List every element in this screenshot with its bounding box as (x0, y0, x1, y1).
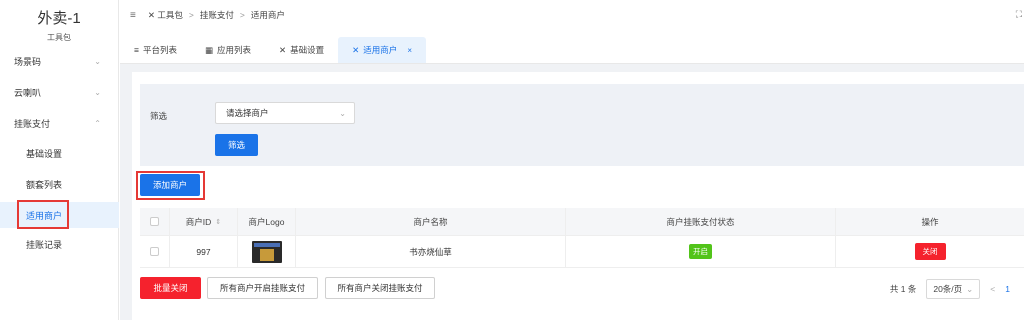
merchant-select-placeholder: 请选择商户 (226, 108, 269, 118)
header-merchant-logo: 商户Logo (238, 208, 296, 235)
chevron-up-icon: ⌃ (94, 118, 101, 128)
table-row: 997 书亦烧仙草 开启 关闭 (140, 236, 1024, 268)
breadcrumb-separator: > (188, 10, 194, 20)
tab-merchants[interactable]: ✕ 适用商户 × (338, 37, 426, 63)
chevron-down-icon: ⌄ (94, 56, 101, 66)
merchant-select[interactable]: 请选择商户 ⌄ (215, 102, 355, 124)
pay-status-cell: 开启 (566, 236, 836, 267)
highlight-box-merchants (17, 200, 69, 229)
sidebar-item-label: 挂账记录 (26, 239, 63, 250)
fullscreen-icon[interactable]: ⛶ (1016, 9, 1022, 20)
merchant-id-cell: 997 (170, 236, 238, 267)
header-select-all (140, 208, 170, 235)
sidebar-item-scene-code[interactable]: 场景码 ⌄ (0, 50, 119, 72)
tools-icon: ✕ (147, 9, 155, 20)
sidebar-item-basic-settings[interactable]: 基础设置 (0, 142, 119, 164)
sidebar-item-label: 挂账支付 (14, 118, 51, 129)
merchant-logo-image (251, 240, 282, 263)
brand: 外卖-1 工具包 (0, 0, 118, 46)
header-merchant-name: 商户名称 (296, 208, 566, 235)
breadcrumb-separator: > (239, 10, 245, 20)
menu-fold-icon[interactable]: ≡ (130, 10, 136, 21)
header-pay-status: 商户挂账支付状态 (566, 208, 836, 235)
status-badge: 开启 (689, 244, 712, 259)
breadcrumb-level2[interactable]: 挂账支付 (200, 9, 234, 21)
total-count: 共 1 条 (889, 284, 917, 294)
sort-icon[interactable]: ⇕ (215, 218, 221, 226)
bulk-close-button[interactable]: 批量关闭 (140, 277, 201, 299)
sidebar-item-credit-records[interactable]: 挂账记录 (0, 233, 119, 255)
header-merchant-id[interactable]: 商户ID ⇕ (170, 208, 238, 235)
page-number[interactable]: 1 (1005, 284, 1010, 294)
chevron-down-icon: ⌄ (966, 283, 974, 294)
sidebar-item-label: 基础设置 (26, 148, 63, 159)
sidebar-item-cloud-speaker[interactable]: 云喇叭 ⌄ (0, 81, 119, 103)
prev-page-button[interactable]: < (990, 284, 995, 294)
merchant-table: 商户ID ⇕ 商户Logo 商户名称 商户挂账支付状态 操作 997 书亦烧仙草… (140, 208, 1024, 268)
app-title: 外卖-1 (37, 10, 81, 27)
app-subtitle: 工具包 (47, 33, 71, 42)
tools-icon: ✕ (352, 44, 360, 55)
pagination: 共 1 条 20条/页 ⌄ < 1 (890, 278, 1010, 300)
chevron-down-icon: ⌄ (339, 108, 346, 118)
tools-icon: ✕ (279, 44, 287, 55)
row-select (140, 236, 170, 267)
chevron-down-icon: ⌄ (94, 87, 101, 97)
tab-basic-settings[interactable]: ✕ 基础设置 (265, 37, 338, 63)
merchant-name-cell: 书亦烧仙草 (296, 236, 566, 267)
sidebar-item-label: 云喇叭 (14, 87, 42, 98)
tab-label: 平台列表 (142, 45, 177, 55)
tab-label: 基础设置 (290, 45, 325, 55)
tab-platform-list[interactable]: ≡ 平台列表 (120, 37, 191, 63)
breadcrumb-current: 适用商户 (250, 10, 285, 20)
header-actions: 操作 (921, 216, 939, 227)
disable-all-button[interactable]: 所有商户关闭挂账支付 (325, 277, 435, 299)
sidebar-item-label: 额套列表 (26, 179, 63, 190)
list-icon: ≡ (134, 45, 139, 55)
merchant-logo-cell (238, 236, 296, 267)
close-button[interactable]: 关闭 (914, 243, 946, 260)
filter-label: 筛选 (150, 111, 168, 121)
tab-label: 应用列表 (217, 45, 252, 55)
row-checkbox[interactable] (150, 247, 159, 256)
tab-label: 适用商户 (363, 45, 398, 55)
page-size-select[interactable]: 20条/页 ⌄ (926, 279, 981, 299)
filter-button[interactable]: 筛选 (215, 134, 258, 156)
breadcrumb: ≡ ✕ 工具包 > 挂账支付 > 适用商户 ⛶ (120, 0, 1024, 30)
sidebar: 外卖-1 工具包 场景码 ⌄ 云喇叭 ⌄ 挂账支付 ⌃ 基础设置 额套列表 适用… (0, 0, 119, 320)
select-all-checkbox[interactable] (150, 217, 159, 226)
grid-icon: ▦ (204, 44, 214, 55)
table-header: 商户ID ⇕ 商户Logo 商户名称 商户挂账支付状态 操作 (140, 208, 1024, 236)
tab-app-list[interactable]: ▦ 应用列表 (191, 37, 265, 63)
sidebar-item-credit-pay[interactable]: 挂账支付 ⌃ (0, 112, 119, 134)
sidebar-item-label: 场景码 (14, 56, 42, 67)
close-icon[interactable]: × (407, 46, 412, 55)
sidebar-item-quota-list[interactable]: 额套列表 (0, 173, 119, 195)
page-size-value: 20条/页 (933, 284, 963, 294)
breadcrumb-root[interactable]: 工具包 (157, 9, 183, 21)
highlight-box-add-merchant (136, 171, 205, 200)
tab-bar: ≡ 平台列表 ▦ 应用列表 ✕ 基础设置 ✕ 适用商户 × (120, 37, 1024, 64)
header-label: 商户ID (185, 216, 212, 227)
filter-panel (140, 84, 1024, 166)
actions-cell: 关闭 (836, 236, 1024, 267)
enable-all-button[interactable]: 所有商户开启挂账支付 (207, 277, 318, 299)
